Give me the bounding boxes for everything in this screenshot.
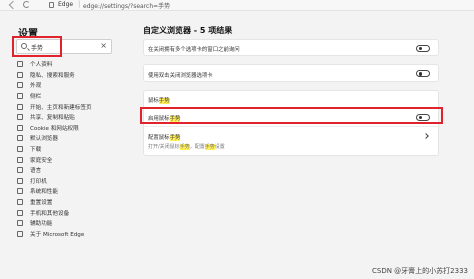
sidebar-item-system[interactable]: 系统和性能 <box>17 186 121 197</box>
accessibility-icon <box>17 220 23 227</box>
browser-icon <box>17 135 23 142</box>
share-icon <box>17 114 23 121</box>
double-click-close-toggle[interactable] <box>416 70 430 77</box>
sidebar-item-default-browser[interactable]: 默认浏览器 <box>17 133 121 144</box>
sidebar-item-downloads[interactable]: 下载 <box>17 144 121 155</box>
sidebar-item-sidebar[interactable]: 侧栏 <box>17 91 121 102</box>
cookie-icon <box>17 124 23 131</box>
setting-label: 配置鼠标手势 <box>148 135 181 141</box>
enable-gesture-highlight-box <box>140 107 443 124</box>
setting-label: 在关闭拥有多个选项卡的窗口之前询问 <box>148 47 240 53</box>
settings-sidebar: 设置 手势 × 个人资料 隐私、搜索和服务 外观 侧栏 开始、主页和新建标签页 … <box>0 11 124 279</box>
setting-card-double-click-close: 使用双击关闭浏览器选项卡 <box>143 64 439 82</box>
address-separator: | <box>78 0 81 8</box>
edge-page-icon <box>49 2 54 8</box>
url-field[interactable]: edge://settings/?search=手势 <box>83 1 170 10</box>
sidebar-item-share[interactable]: 共享、复制和粘贴 <box>17 112 121 123</box>
watermark: CSDN @牙膏上的小苏打2333 <box>372 267 468 275</box>
sidebar-item-about[interactable]: 关于 Microsoft Edge <box>17 229 121 240</box>
clear-search-icon[interactable]: × <box>100 41 107 50</box>
setting-card-ask-before-close: 在关闭拥有多个选项卡的窗口之前询问 <box>143 39 439 56</box>
sidebar-item-appearance[interactable]: 外观 <box>17 80 121 91</box>
sidebar-item-cookies[interactable]: Cookie 和网站权限 <box>17 123 121 134</box>
download-icon <box>17 146 23 153</box>
sidebar-item-family[interactable]: 家庭安全 <box>17 154 121 165</box>
sidebar-item-reset[interactable]: 重置设置 <box>17 197 121 208</box>
settings-content: 自定义浏览器 - 5 项结果 在关闭拥有多个选项卡的窗口之前询问 使用双击关闭浏… <box>124 11 474 279</box>
search-highlight-box <box>12 36 62 57</box>
sidebar-item-start-home[interactable]: 开始、主页和新建标签页 <box>17 101 121 112</box>
setting-label: 使用双击关闭浏览器选项卡 <box>148 73 213 79</box>
reset-icon <box>17 199 23 206</box>
lock-icon <box>17 71 23 78</box>
sidebar-item-privacy[interactable]: 隐私、搜索和服务 <box>17 70 121 81</box>
setting-row-double-click-close: 使用双击关闭浏览器选项卡 <box>144 65 440 83</box>
settings-menu: 个人资料 隐私、搜索和服务 外观 侧栏 开始、主页和新建标签页 共享、复制和粘贴… <box>17 59 121 239</box>
back-icon[interactable] <box>8 0 18 10</box>
section-label: 鼠标手势 <box>148 98 170 104</box>
printer-icon <box>17 177 23 184</box>
system-icon <box>17 188 23 195</box>
chevron-right-icon <box>423 133 429 139</box>
setting-description: 打开/关闭鼠标手势，配置手势设置 <box>148 144 225 150</box>
setting-row-ask-before-close: 在关闭拥有多个选项卡的窗口之前询问 <box>144 40 440 57</box>
appearance-icon <box>17 82 23 89</box>
sidebar-item-phone[interactable]: 手机和其他设备 <box>17 207 121 218</box>
site-label: Edge <box>58 1 74 8</box>
sidebar-item-languages[interactable]: 语言 <box>17 165 121 176</box>
edge-icon <box>17 230 23 237</box>
sidebar-icon <box>17 93 23 100</box>
home-icon <box>17 103 23 110</box>
sidebar-item-profile[interactable]: 个人资料 <box>17 59 121 70</box>
profile-icon <box>17 61 23 68</box>
language-icon <box>17 167 23 174</box>
setting-row-configure-mouse-gesture[interactable]: 配置鼠标手势 打开/关闭鼠标手势，配置手势设置 <box>144 127 440 157</box>
sidebar-item-accessibility[interactable]: 辅助功能 <box>17 218 121 229</box>
sidebar-item-printers[interactable]: 打印机 <box>17 176 121 187</box>
address-bar: Edge | edge://settings/?search=手势 <box>0 0 474 11</box>
phone-icon <box>17 209 23 216</box>
family-icon <box>17 156 23 163</box>
mouse-gesture-section-header: 鼠标手势 <box>144 91 440 108</box>
refresh-icon[interactable] <box>23 1 30 8</box>
ask-before-close-toggle[interactable] <box>416 44 430 52</box>
page-title: 自定义浏览器 - 5 项结果 <box>143 26 233 35</box>
